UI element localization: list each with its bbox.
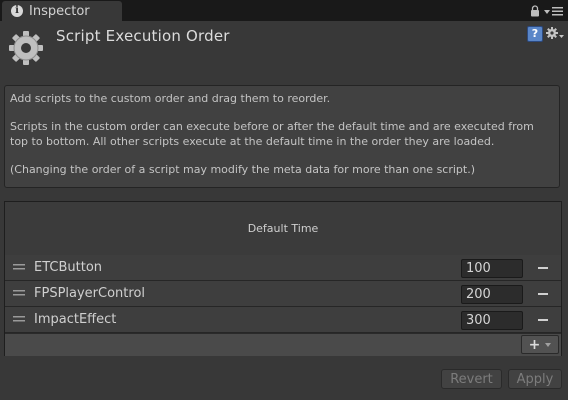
script-name: ETCButton (34, 260, 103, 275)
order-field[interactable] (461, 285, 523, 304)
apply-button[interactable]: Apply (508, 369, 562, 389)
revert-button[interactable]: Revert (441, 369, 502, 389)
page-title: Script Execution Order (56, 27, 230, 45)
tab-inspector[interactable]: i Inspector (2, 1, 122, 21)
help-text-2: Scripts in the custom order can execute … (10, 120, 534, 148)
default-time-marker[interactable]: Default Time (5, 202, 561, 256)
remove-script-button[interactable] (533, 311, 553, 329)
tab-strip: i Inspector (0, 0, 568, 21)
plus-icon: + (528, 336, 541, 353)
minus-icon (538, 267, 548, 269)
drag-handle-icon[interactable] (13, 264, 25, 270)
tab-label: Inspector (29, 3, 90, 19)
gear-icon (9, 31, 43, 65)
help-icon[interactable]: ? (527, 26, 543, 42)
help-text-3: (Changing the order of a script may modi… (10, 163, 476, 176)
lock-icon[interactable] (530, 5, 540, 17)
inspector-header: Script Execution Order ? (0, 21, 568, 81)
add-script-button[interactable]: + (521, 335, 559, 354)
info-icon: i (11, 5, 23, 17)
menu-icon[interactable] (544, 5, 564, 17)
order-field[interactable] (461, 259, 523, 278)
help-box: Add scripts to the custom order and drag… (4, 85, 560, 188)
remove-script-button[interactable] (533, 285, 553, 303)
drag-handle-icon[interactable] (13, 316, 25, 322)
script-row[interactable]: ETCButton (5, 255, 561, 281)
minus-icon (538, 319, 548, 321)
help-text-1: Add scripts to the custom order and drag… (10, 92, 331, 105)
script-row[interactable]: ImpactEffect (5, 307, 561, 333)
script-name: ImpactEffect (34, 312, 117, 327)
script-row[interactable]: FPSPlayerControl (5, 281, 561, 307)
minus-icon (538, 293, 548, 295)
caret-down-icon (545, 342, 552, 347)
order-field[interactable] (461, 311, 523, 330)
settings-icon[interactable] (546, 26, 564, 41)
list-footer: + (5, 333, 561, 356)
script-name: FPSPlayerControl (34, 286, 146, 301)
remove-script-button[interactable] (533, 259, 553, 277)
execution-order-list: Default Time ETCButton FPSPlayerControl … (4, 201, 562, 356)
drag-handle-icon[interactable] (13, 290, 25, 296)
